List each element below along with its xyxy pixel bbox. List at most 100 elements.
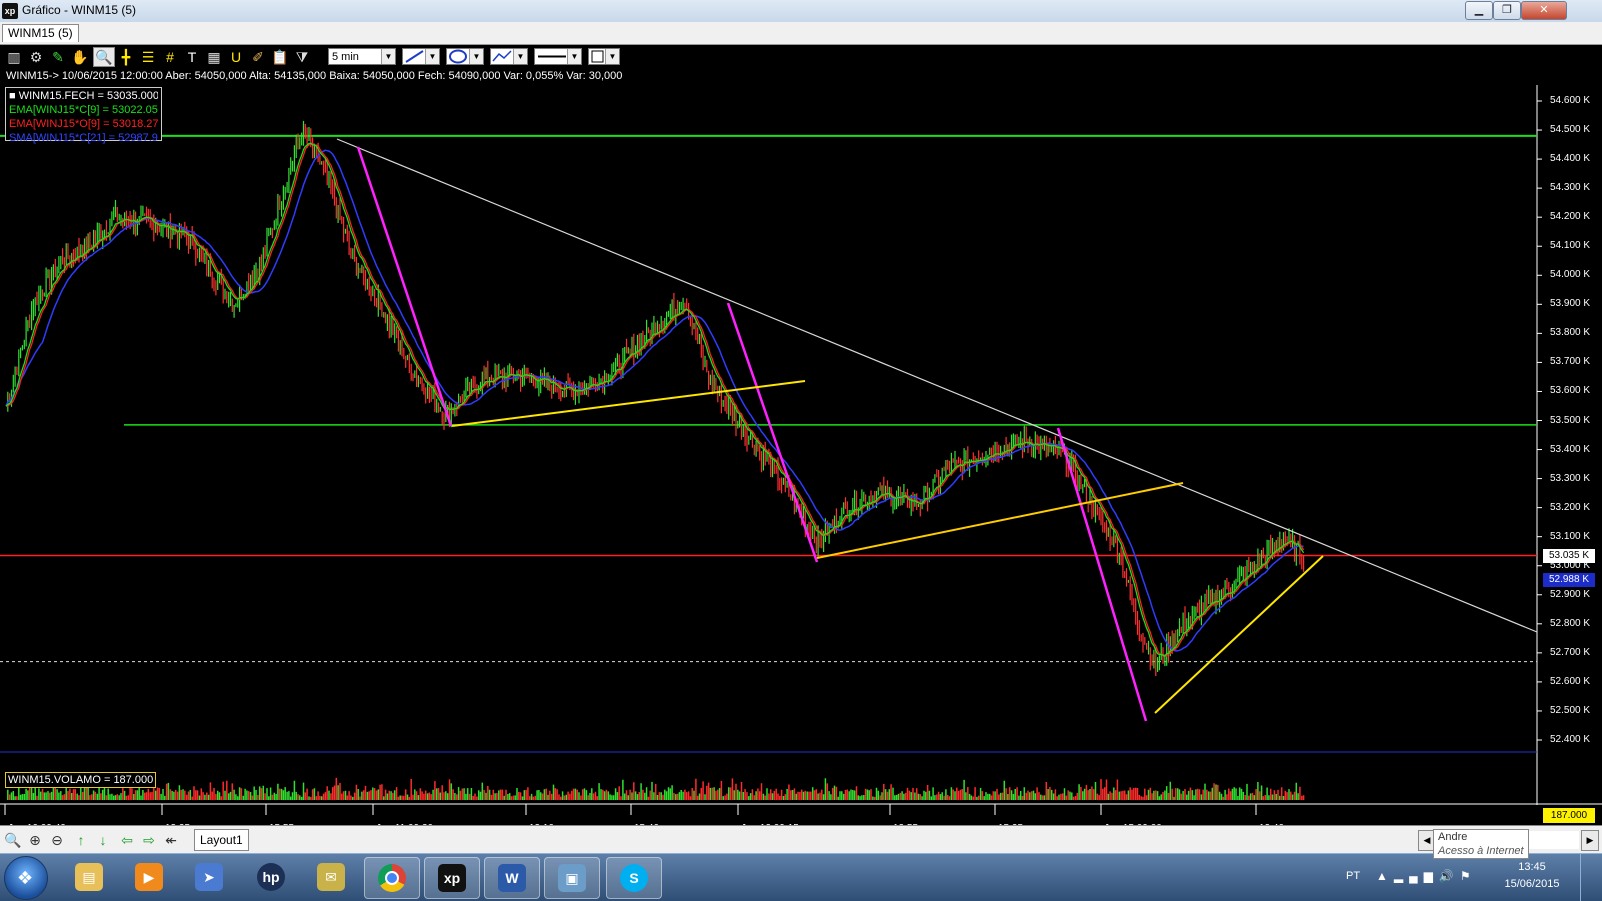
draw-cursor-icon[interactable]: ✎ [48,47,68,67]
volume-bars-down [8,777,1305,800]
minimize-button[interactable]: ▁ [1465,1,1493,20]
taskbar-network-tool[interactable]: ➤ [182,857,236,897]
horizontal-lines-icon[interactable]: ☰ [138,47,158,67]
last-price-tag: 53.035 K [1543,548,1595,563]
tooltip-user: Andre [1438,831,1468,843]
tab-winm15[interactable]: WINM15 (5) [2,24,79,42]
tray-icons: ▲▂▄▆🔊⚑ [1376,869,1477,883]
indicator-icon [492,50,512,62]
line-tool-dropdown[interactable]: ▼ [402,48,440,65]
clipboard-icon[interactable]: 📋 [270,47,290,67]
chrome-icon [378,864,406,892]
price-tick-label: 52.800 K [1550,617,1591,629]
downtrend-line [336,138,1538,633]
calculator-icon[interactable]: ▦ [204,47,224,67]
arrow-up-icon[interactable]: ↑ [72,831,90,849]
taskbar-hp-app[interactable]: hp [244,857,298,897]
skype-icon: S [620,864,648,892]
price-tick-label: 54.300 K [1550,182,1591,194]
tools-icon: ✉ [317,863,345,891]
legend-price: ■ WINM15.FECH = 53035.000 [9,90,158,102]
legend-ema-close: EMA[WINJ15*C[9] = 53022.057 [9,104,158,116]
chevron-down-icon: ▼ [605,49,619,64]
line-style-dropdown[interactable]: ▼ [534,48,582,65]
taskbar-xp-trading[interactable]: xp [424,857,480,899]
price-tick-label: 52.500 K [1550,704,1591,716]
zoom-in-icon[interactable]: ⊕ [26,831,44,849]
period-value: 5 min [332,51,359,63]
window-titlebar: xp Gráfico - WINM15 (5) ▁ ❐ ✕ [0,0,1602,23]
window-title: Gráfico - WINM15 (5) [22,3,137,17]
taskbar-clock[interactable]: 13:45 15/06/2015 [1492,859,1572,893]
price-tick-label: 53.300 K [1550,472,1591,484]
hand-pan-icon[interactable]: ✋ [70,47,90,67]
flag-icon[interactable]: ⚑ [1460,869,1477,883]
ohlc-info-line: WINM15-> 10/06/2015 12:00:00 Aber: 54050… [6,70,623,82]
magnet-icon[interactable]: U [226,47,246,67]
xp-logo-icon: xp [438,864,466,892]
chart-type-icon[interactable]: ▥ [4,47,24,67]
windows-taskbar: ❖ ▤ ▶ ➤ hp ✉ xp W ▣ S PT ▲▂▄▆🔊⚑ 13:45 15… [0,853,1602,901]
layout-tab[interactable]: Layout1 [194,829,249,851]
yellow-channel-line-1 [451,380,806,427]
volume-icon[interactable]: 🔊 [1439,869,1460,883]
settings-gear-icon[interactable]: ⚙ [26,47,46,67]
tray-expand-icon[interactable]: ▲ [1376,869,1394,883]
price-tick-label: 52.400 K [1550,734,1591,745]
clock-time: 13:45 [1518,861,1546,873]
filter-icon[interactable]: ⧩ [292,47,312,67]
shape-tool-dropdown[interactable]: ▼ [446,48,484,65]
volume-value-tag: 187.000 [1543,808,1595,823]
volume-label: WINM15.VOLAMO = 187.000 [5,772,157,788]
price-tick-label: 52.900 K [1550,588,1591,600]
taskbar-chrome[interactable] [364,857,420,899]
network-tooltip: Andre Acesso à Internet [1433,829,1529,859]
taskbar-media-player[interactable]: ▶ [122,857,176,897]
chevron-down-icon: ▼ [513,49,527,64]
taskbar-file-explorer[interactable]: ▤ [62,857,116,897]
crosshair-icon[interactable]: ╋ [116,47,136,67]
price-chart[interactable] [0,45,1602,825]
taskbar-word[interactable]: W [484,857,540,899]
zoom-magnifier-icon[interactable]: 🔍 [93,47,115,67]
taskbar-skype[interactable]: S [606,857,662,899]
grid-hash-icon[interactable]: # [160,47,180,67]
color-dropdown[interactable]: ▼ [588,48,620,65]
close-button[interactable]: ✕ [1521,1,1567,20]
text-tool-icon[interactable]: T [182,47,202,67]
clock-date: 15/06/2015 [1504,878,1560,890]
brush-icon[interactable]: ✐ [248,47,268,67]
taskbar-tools-app[interactable]: ✉ [304,857,358,897]
chart-area[interactable]: ▥ ⚙ ✎ ✋ 🔍 ╋ ☰ # T ▦ U ✐ 📋 ⧩ 5 min ▼ ▼ ▼ … [0,45,1602,834]
sma-price-tag: 52.988 K [1543,573,1595,588]
signal-icon[interactable]: ▂▄▆ [1394,869,1439,883]
chevron-down-icon: ▼ [567,49,581,64]
scroll-right-button[interactable]: ▶ [1581,830,1599,851]
period-select[interactable]: 5 min ▼ [328,48,396,65]
line-tool-icon [405,50,424,63]
arrow-right-icon[interactable]: ⇨ [140,831,158,849]
zoom-out-icon[interactable]: ⊖ [48,831,66,849]
arrow-left-icon[interactable]: ⇦ [118,831,136,849]
price-tick-label: 53.400 K [1550,443,1591,455]
start-button[interactable]: ❖ [4,856,48,900]
restore-button[interactable]: ❐ [1493,1,1521,20]
yellow-channel-line-2 [816,482,1184,559]
show-desktop-button[interactable] [1580,854,1593,901]
word-icon: W [498,864,526,892]
windows-logo-icon: ❖ [17,868,34,888]
arrow-down-icon[interactable]: ↓ [94,831,112,849]
language-indicator[interactable]: PT [1346,870,1360,882]
price-tick-label: 53.200 K [1550,501,1591,513]
price-tick-label: 53.100 K [1550,530,1591,542]
arrow-back-icon[interactable]: ↞ [162,831,180,849]
indicator-dropdown[interactable]: ▼ [490,48,528,65]
price-tick-label: 54.500 K [1550,124,1591,136]
taskbar-picture-viewer[interactable]: ▣ [544,857,600,899]
hp-logo-icon: hp [257,863,285,891]
price-tick-label: 54.200 K [1550,211,1591,223]
zoom-icon[interactable]: 🔍 [4,831,22,849]
price-tick-label: 53.800 K [1550,327,1591,339]
legend-sma: SMA[WINJ15*C[21] = 52987.955 [9,132,158,144]
network-icon: ➤ [195,863,223,891]
